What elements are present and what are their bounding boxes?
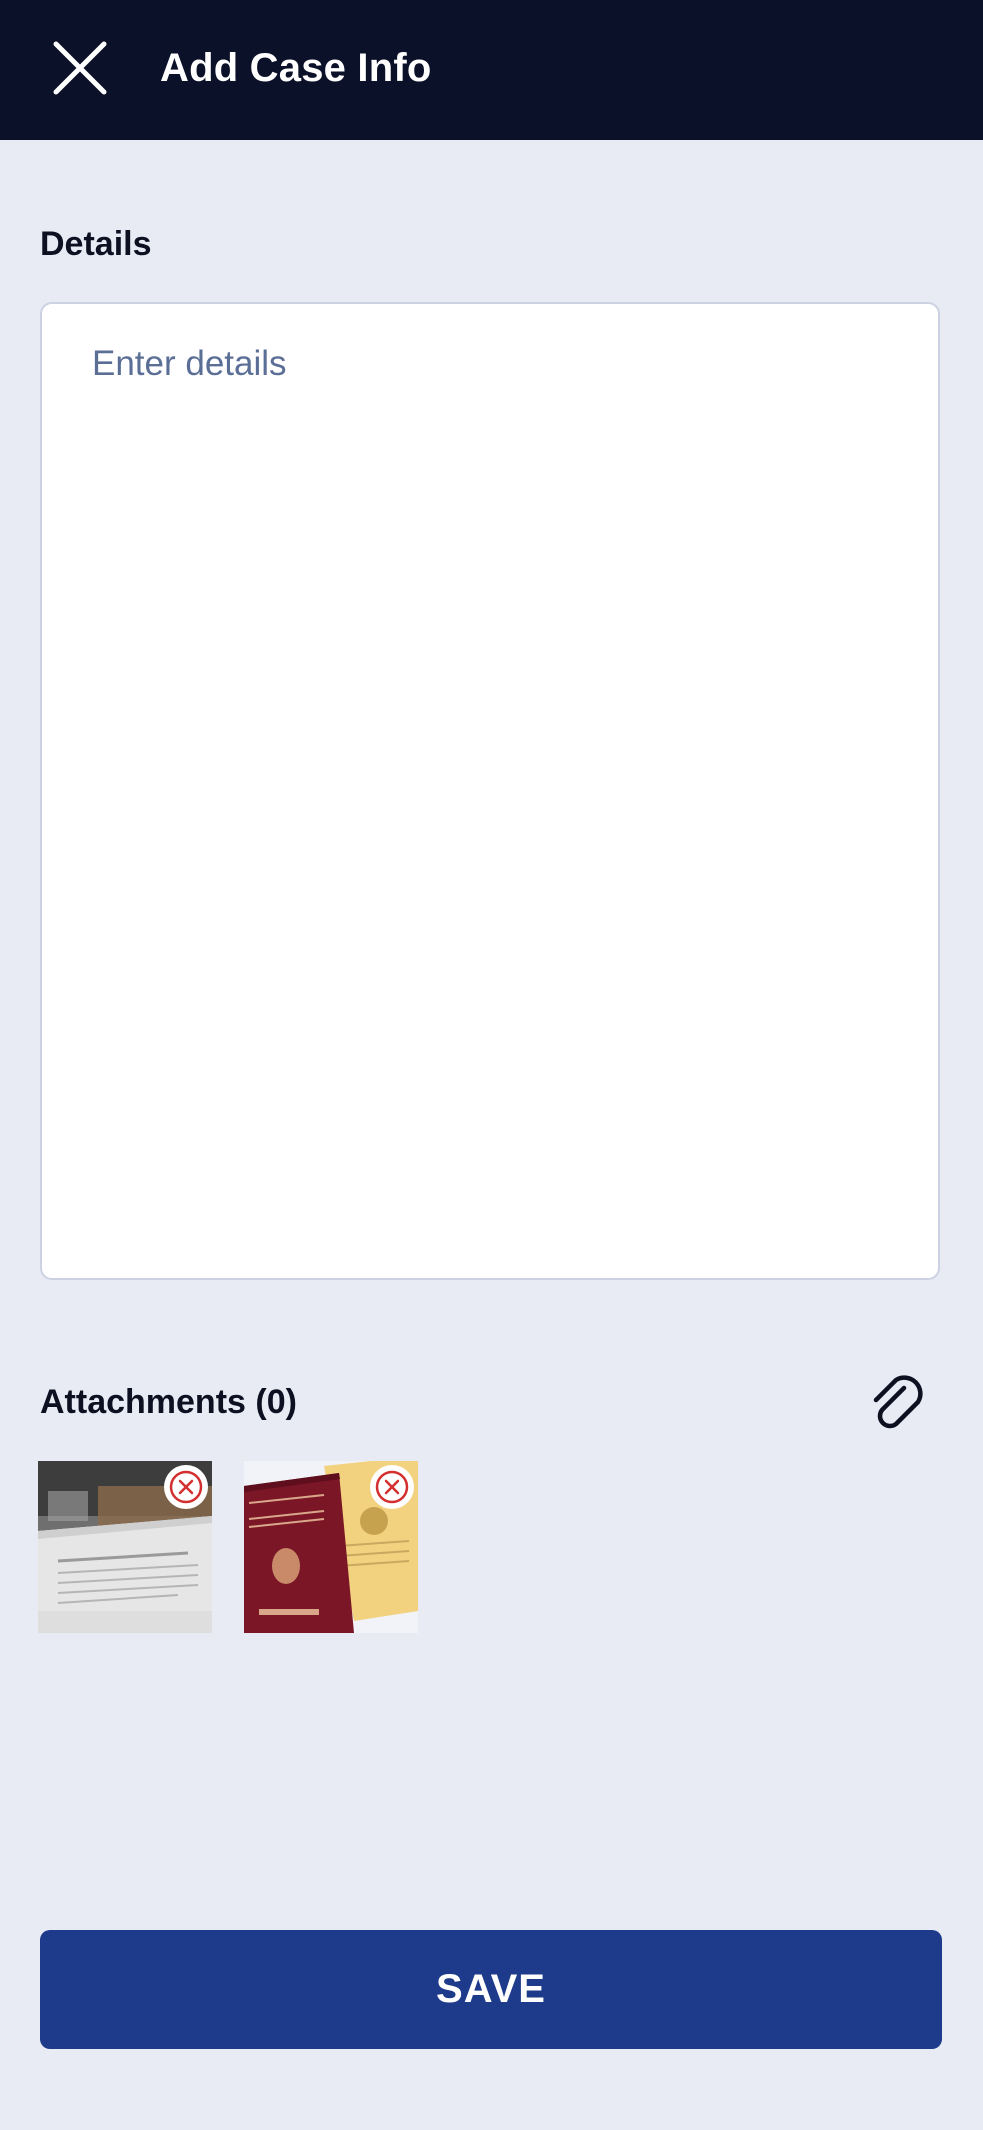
remove-icon [169, 1470, 203, 1504]
paperclip-icon [873, 1375, 923, 1429]
close-button[interactable] [48, 36, 112, 100]
page-title: Add Case Info [160, 46, 432, 90]
attachment-thumbnail-1[interactable] [38, 1461, 212, 1633]
close-icon [53, 41, 107, 95]
attachments-label: Attachments (0) [40, 1383, 297, 1421]
remove-icon [375, 1470, 409, 1504]
details-label: Details [40, 225, 152, 263]
top-app-bar: Add Case Info [0, 0, 983, 140]
details-input[interactable] [42, 304, 938, 1278]
remove-attachment-button[interactable] [370, 1465, 414, 1509]
save-button[interactable]: SAVE [40, 1930, 942, 2049]
remove-attachment-button[interactable] [164, 1465, 208, 1509]
add-attachment-button[interactable] [862, 1368, 928, 1434]
details-field[interactable] [40, 302, 940, 1280]
attachment-thumbnail-2[interactable] [244, 1461, 418, 1633]
